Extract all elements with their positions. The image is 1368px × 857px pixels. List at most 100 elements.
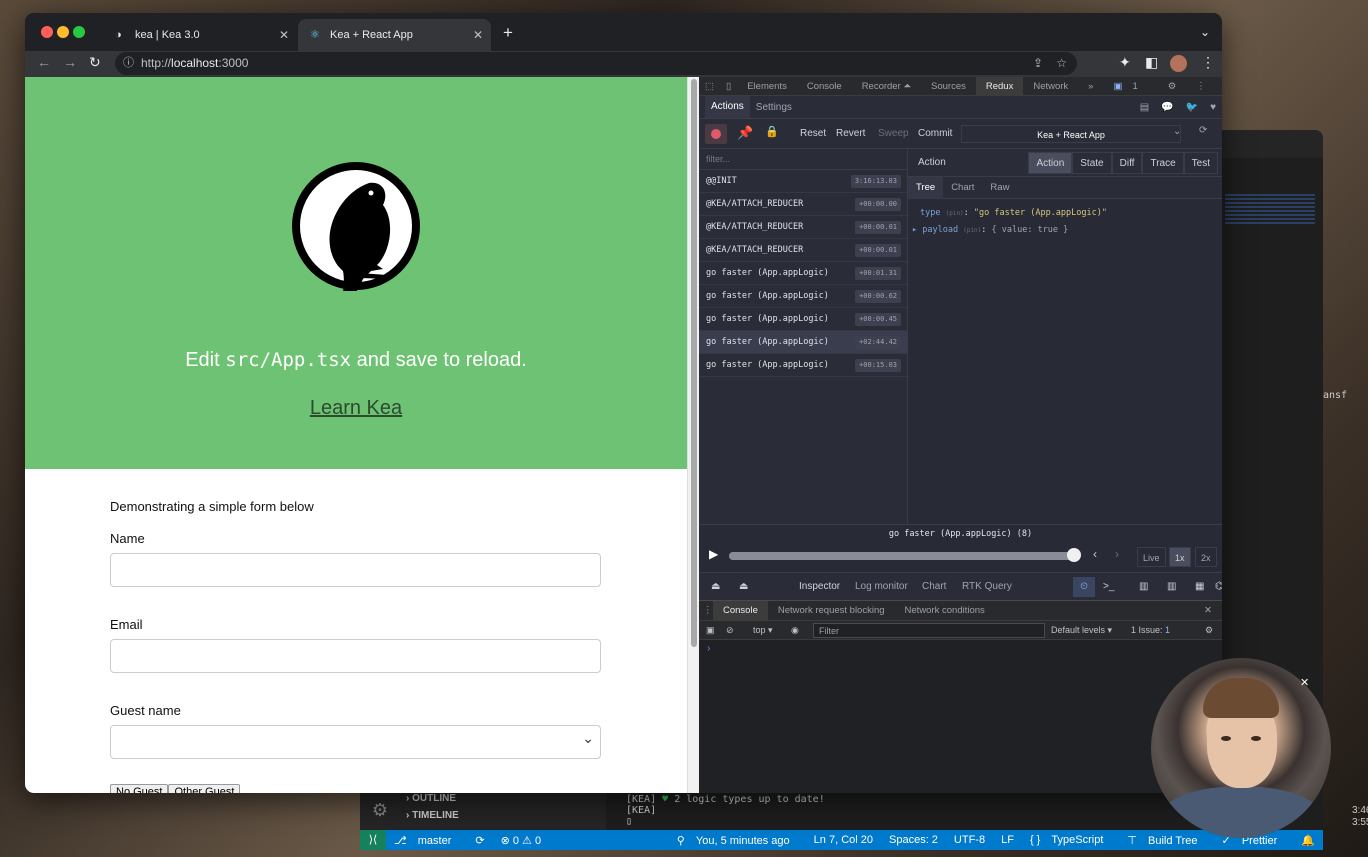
- tab-recorder[interactable]: Recorder ⏶: [852, 81, 921, 92]
- chevron-down-icon[interactable]: ⌄: [1173, 126, 1181, 137]
- bookmark-star-icon[interactable]: ☆: [1056, 52, 1067, 75]
- reload-icon[interactable]: ↻: [89, 54, 101, 71]
- action-row[interactable]: go faster (App.appLogic) +02:44.42: [699, 331, 907, 354]
- no-guest-button[interactable]: No Guest: [110, 784, 169, 793]
- console-filter-input[interactable]: Filter: [813, 623, 1045, 638]
- name-input[interactable]: [110, 553, 601, 587]
- inspect-element-icon[interactable]: ⬚: [699, 81, 720, 92]
- lock-icon[interactable]: 🔒: [765, 125, 779, 138]
- drawer-tab-request-blocking[interactable]: Network request blocking: [768, 601, 895, 621]
- tab-redux[interactable]: Redux: [975, 76, 1024, 96]
- profile-avatar[interactable]: [1170, 55, 1187, 72]
- twitter-icon[interactable]: 🐦: [1180, 102, 1204, 113]
- browser-tab-kea[interactable]: ◑ kea | Kea 3.0 ✕: [103, 19, 297, 51]
- action-row[interactable]: go faster (App.appLogic) +00:01.31: [699, 262, 907, 285]
- info-icon[interactable]: ⓘ: [123, 52, 134, 75]
- timeline-section[interactable]: › TIMELINE: [360, 807, 606, 824]
- step-back-icon[interactable]: ‹: [1093, 547, 1097, 561]
- slider-track[interactable]: [729, 552, 1074, 560]
- console-settings-icon[interactable]: ⚙: [1205, 625, 1213, 636]
- dispatcher-icon[interactable]: ⏏: [711, 581, 720, 592]
- remote-icon[interactable]: ⟩⟨: [360, 830, 386, 850]
- device-toolbar-icon[interactable]: ▯: [720, 81, 737, 92]
- minimize-window-button[interactable]: [57, 26, 69, 38]
- scrollbar-thumb[interactable]: [691, 79, 697, 647]
- issues-badge[interactable]: ▣ 1: [1103, 81, 1157, 92]
- gear-icon[interactable]: ⚙: [368, 800, 392, 824]
- sweep-button[interactable]: Sweep: [873, 125, 914, 143]
- view-tab-raw[interactable]: Raw: [982, 182, 1017, 193]
- pin-icon[interactable]: 📌: [737, 125, 753, 141]
- sync-icon[interactable]: ⟳: [467, 834, 492, 847]
- speed-1x[interactable]: 1x: [1169, 547, 1191, 567]
- webcam-close-icon[interactable]: ✕: [1300, 676, 1309, 689]
- speed-2x[interactable]: 2x: [1195, 547, 1217, 567]
- drawer-menu-icon[interactable]: ⋮: [703, 601, 713, 621]
- close-window-button[interactable]: [41, 26, 53, 38]
- browser-tab-react-app[interactable]: ⚛ Kea + React App ✕: [298, 19, 491, 51]
- terminal-icon[interactable]: >_: [1103, 581, 1114, 592]
- tab-console[interactable]: Console: [797, 81, 852, 92]
- log-levels-select[interactable]: Default levels ▾: [1051, 625, 1112, 636]
- tab-sources[interactable]: Sources: [921, 81, 976, 92]
- detail-tab-action[interactable]: Action: [1028, 152, 1073, 174]
- address-bar[interactable]: ⓘ http://localhost:3000 ⇪ ☆: [115, 52, 1077, 75]
- monitor-log[interactable]: Log monitor: [855, 581, 908, 592]
- expand-arrow-icon[interactable]: ▸: [912, 225, 917, 235]
- heart-icon[interactable]: ♥: [1204, 102, 1222, 113]
- monitor-rtk-query[interactable]: RTK Query: [962, 581, 1012, 592]
- action-row[interactable]: @KEA/ATTACH_REDUCER +00:00.01: [699, 216, 907, 239]
- page-scrollbar[interactable]: [687, 77, 699, 793]
- action-row[interactable]: go faster (App.appLogic) +00:00.45: [699, 308, 907, 331]
- eol-status[interactable]: LF: [993, 834, 1022, 847]
- drawer-tab-network-conditions[interactable]: Network conditions: [895, 601, 995, 621]
- problems-status[interactable]: ⊗ 0 ⚠ 0: [493, 834, 549, 847]
- view-tab-tree[interactable]: Tree: [908, 176, 944, 199]
- redux-tab-actions[interactable]: Actions: [705, 96, 750, 118]
- tab-network[interactable]: Network: [1023, 81, 1078, 92]
- encoding-status[interactable]: UTF-8: [946, 834, 993, 847]
- slider-knob[interactable]: [1067, 548, 1081, 562]
- devtools-menu-icon[interactable]: ⋮: [1186, 81, 1216, 92]
- learn-kea-link[interactable]: Learn Kea: [25, 397, 687, 420]
- action-filter-input[interactable]: filter...: [699, 149, 907, 170]
- close-tab-icon[interactable]: ✕: [279, 28, 289, 42]
- context-select[interactable]: top ▾: [753, 625, 773, 636]
- back-icon[interactable]: ←: [37, 54, 51, 70]
- commit-button[interactable]: Commit: [913, 125, 957, 143]
- tab-elements[interactable]: Elements: [737, 81, 797, 92]
- devtools-settings-icon[interactable]: ⚙: [1158, 81, 1187, 92]
- step-forward-icon[interactable]: ›: [1115, 547, 1119, 561]
- monitor-chart[interactable]: Chart: [922, 581, 946, 592]
- cursor-position[interactable]: Ln 7, Col 20: [806, 834, 881, 847]
- eye-icon[interactable]: ◉: [791, 625, 799, 636]
- issues-link[interactable]: 1 Issue: 1: [1131, 625, 1170, 635]
- docs-icon[interactable]: ▤: [1134, 102, 1155, 113]
- layout-right-icon[interactable]: ▥: [1167, 581, 1176, 592]
- redux-tab-settings[interactable]: Settings: [750, 102, 798, 113]
- blame-status[interactable]: ⚲ You, 5 minutes ago: [669, 834, 806, 847]
- action-row[interactable]: @KEA/ATTACH_REDUCER +00:00.01: [699, 239, 907, 262]
- sidebar-toggle-icon[interactable]: ▣: [706, 625, 715, 636]
- clear-console-icon[interactable]: ⊘: [726, 625, 734, 636]
- console-output[interactable]: ›: [699, 640, 1222, 793]
- speed-live[interactable]: Live: [1137, 547, 1166, 567]
- devtools-close-icon[interactable]: ✕: [1216, 81, 1222, 92]
- drawer-tab-console[interactable]: Console: [713, 600, 768, 621]
- guest-name-select[interactable]: [110, 725, 601, 759]
- action-row[interactable]: @@INIT 3:16:13.03: [699, 170, 907, 193]
- revert-button[interactable]: Revert: [831, 125, 870, 143]
- detail-tab-state[interactable]: State: [1072, 152, 1112, 174]
- new-tab-button[interactable]: +: [503, 23, 513, 43]
- tree-row-type[interactable]: type (pin): "go faster (App.appLogic)": [920, 205, 1210, 222]
- tab-search-icon[interactable]: ⌄: [1200, 25, 1210, 39]
- extensions-icon[interactable]: ✦: [1119, 54, 1131, 71]
- language-status[interactable]: { } TypeScript: [1022, 834, 1119, 847]
- remote-antenna-icon[interactable]: ⌬: [1215, 581, 1222, 592]
- tree-row-payload[interactable]: ▸ payload (pin): { value: true }: [912, 222, 1210, 239]
- indent-status[interactable]: Spaces: 2: [881, 834, 946, 847]
- chrome-menu-icon[interactable]: ⋮: [1201, 54, 1215, 71]
- share-icon[interactable]: ⇪: [1033, 52, 1043, 75]
- branch-status[interactable]: ⎇ master: [386, 834, 467, 847]
- other-guest-button[interactable]: Other Guest: [168, 784, 241, 793]
